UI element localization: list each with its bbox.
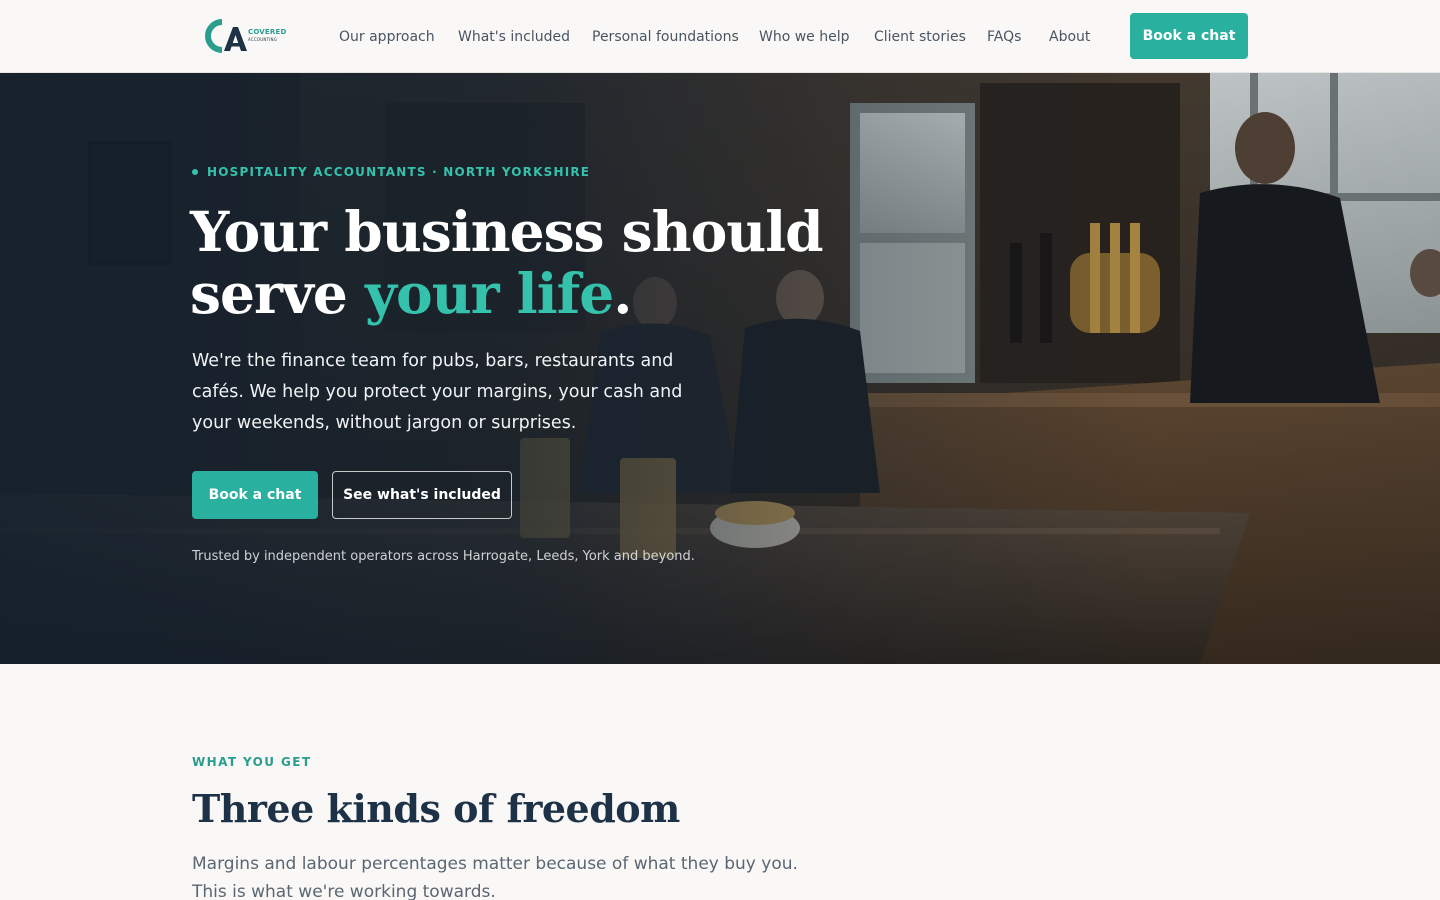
nav-personal-foundations[interactable]: Personal foundations <box>592 27 739 47</box>
hero-eyebrow: HOSPITALITY ACCOUNTANTS · NORTH YORKSHIR… <box>207 165 591 179</box>
brand-tagline: ACCOUNTING <box>248 37 278 42</box>
header-book-chat-button[interactable]: Book a chat <box>1130 13 1248 59</box>
nav-whats-included[interactable]: What's included <box>458 27 570 47</box>
brand-logo[interactable]: COVERED ACCOUNTING <box>202 18 292 54</box>
hero-title: Your business should serve your life. <box>190 201 890 325</box>
hero-lead: We're the finance team for pubs, bars, r… <box>192 351 683 433</box>
section-eyebrow: WHAT YOU GET <box>192 755 312 769</box>
nav-faqs[interactable]: FAQs <box>987 27 1021 47</box>
section-lead: Margins and labour percentages matter be… <box>192 854 798 900</box>
hero-section: HOSPITALITY ACCOUNTANTS · NORTH YORKSHIR… <box>0 73 1440 664</box>
hero-see-included-button[interactable]: See what's included <box>332 471 512 519</box>
hero-title-line1: Your business should <box>190 199 824 264</box>
hero-title-line2: serve <box>190 261 366 326</box>
hero-trust-line: Trusted by independent operators across … <box>192 549 695 564</box>
hero-title-end: . <box>613 261 632 326</box>
nav-our-approach[interactable]: Our approach <box>339 27 435 47</box>
nav-who-we-help[interactable]: Who we help <box>759 27 850 47</box>
hero-title-accent: your life <box>365 261 614 326</box>
logo-mark-icon <box>205 19 247 53</box>
site-header: COVERED ACCOUNTING Our approach What's i… <box>0 0 1440 73</box>
nav-about[interactable]: About <box>1049 27 1090 47</box>
brand-name: COVERED <box>248 28 287 36</box>
hero-book-chat-button[interactable]: Book a chat <box>192 471 318 519</box>
section-title: Three kinds of freedom <box>192 786 680 831</box>
nav-client-stories[interactable]: Client stories <box>874 27 966 47</box>
